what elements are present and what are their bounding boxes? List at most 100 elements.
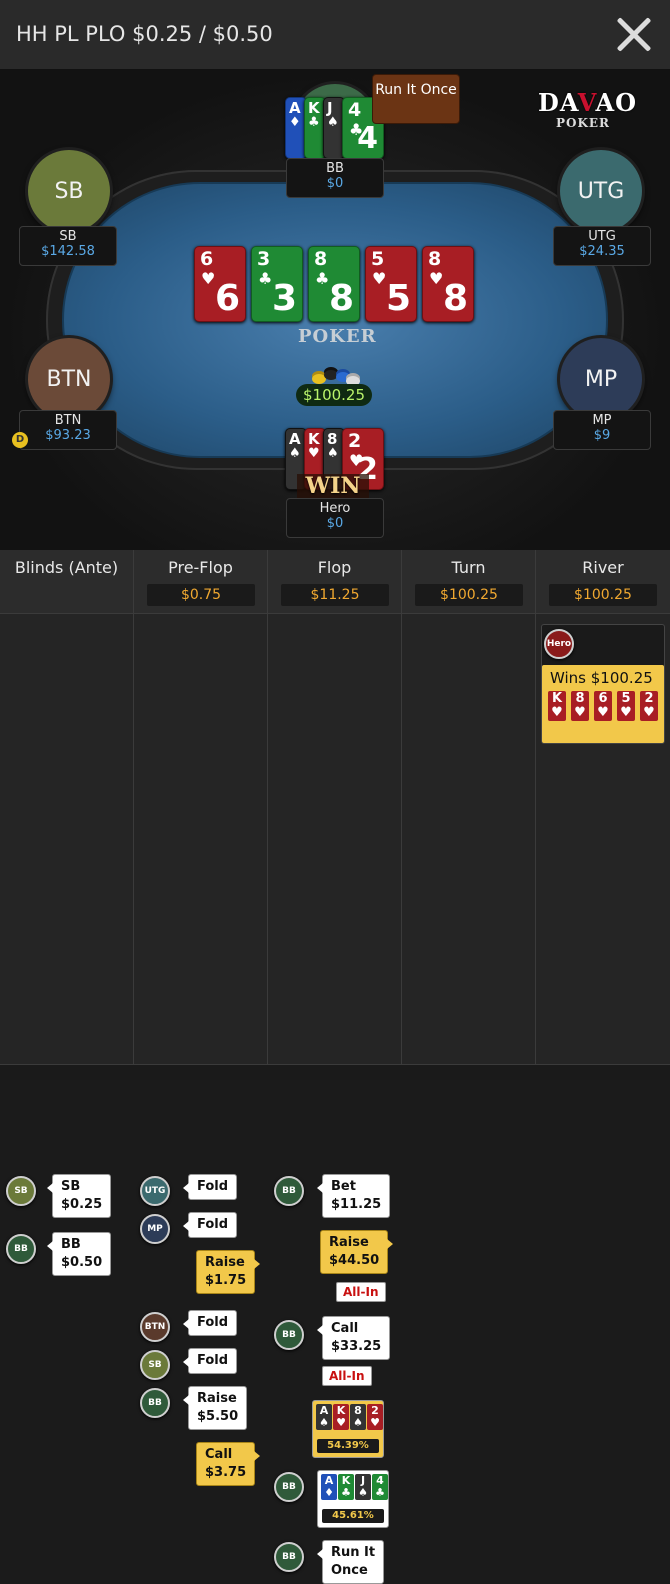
card-rank-large: 5 [385, 278, 411, 319]
seat-sb-plate[interactable]: SB $142.58 [19, 226, 117, 266]
action-bubble: Bet $11.25 [316, 1174, 391, 1218]
seat-hero-plate[interactable]: Hero $0 [286, 498, 384, 538]
seat-stack: $0 [326, 516, 344, 531]
card-rank-large: 8 [328, 278, 354, 319]
player-badge: BB [140, 1388, 170, 1418]
column-pot-amount: $11.25 [281, 584, 389, 606]
action-label: Raise [197, 1391, 237, 1406]
action-amount: $1.75 [205, 1273, 247, 1288]
column-header: Pre-Flop $0.75 [134, 550, 267, 614]
card-rank-large: 3 [271, 278, 297, 319]
action-label: Fold [197, 1217, 229, 1232]
mini-card: K ♥ [333, 1404, 349, 1430]
seat-btn-plate[interactable]: BTN $93.23 [19, 410, 117, 450]
action-amount: $5.50 [197, 1409, 239, 1424]
action-amount: $0.25 [61, 1197, 103, 1212]
action-amount: $33.25 [331, 1339, 382, 1354]
mini-card: J ♠ [355, 1474, 371, 1500]
seat-mp-plate[interactable]: MP $9 [553, 410, 651, 450]
action-bubble: Raise $1.75 [196, 1250, 261, 1294]
column-title: Turn [451, 558, 486, 577]
brand-logo: DAVAO [538, 88, 637, 117]
column-pot-amount: $100.25 [549, 584, 657, 606]
action-bubble: BB $0.50 [46, 1232, 112, 1276]
equity-hand: A ♠ K ♥ 8 ♠ 2 ♥ 54.39% [312, 1400, 384, 1458]
card-rank: 5 [371, 248, 385, 270]
hand-history-panel: Blinds (Ante) Pre-Flop $0.75 Flop $11.25 Turn… [0, 550, 670, 1584]
card-rank: 3 [257, 248, 271, 270]
column-header: Turn $100.25 [402, 550, 535, 614]
action-label: Call [331, 1321, 359, 1336]
action-bubble: Fold [182, 1212, 238, 1238]
history-column: Turn $100.25 [402, 550, 536, 1064]
player-badge: SB [140, 1350, 170, 1380]
card-suit: ♦ [289, 115, 301, 130]
action-bubble: Run It Once [316, 1540, 385, 1584]
card-suit: ♠ [327, 446, 339, 461]
player-badge: BB [274, 1320, 304, 1350]
equity-percent: 45.61% [322, 1509, 384, 1523]
mini-card: 4 ♣ [372, 1474, 388, 1500]
action-bubble: Call $3.75 [196, 1442, 261, 1486]
seat-sb-avatar[interactable]: SB [28, 150, 110, 232]
seat-name: BTN [54, 413, 82, 428]
player-badge: BB [274, 1472, 304, 1502]
action-bubble: Fold [182, 1174, 238, 1200]
mini-card: 8 ♥ [571, 691, 589, 721]
card-suit: ♠ [289, 446, 301, 461]
equity-percent: 54.39% [317, 1439, 379, 1453]
card-suit: ♥ [429, 269, 444, 288]
action-label: Bet [331, 1179, 356, 1194]
action-bubble: Fold [182, 1310, 238, 1336]
action-label: Fold [197, 1315, 229, 1330]
column-title: Blinds (Ante) [14, 558, 119, 577]
board-card: 6 ♥ 6 [194, 246, 246, 322]
seat-mp-avatar[interactable]: MP [560, 338, 642, 420]
win-summary: Wins $100.25 K ♥ 8 ♥ 6 ♥ 5 ♥ 2 ♥ [542, 665, 664, 743]
card-suit: ♥ [372, 269, 387, 288]
seat-bb-plate[interactable]: BB $0 [286, 158, 384, 198]
mini-card: 8 ♠ [350, 1404, 366, 1430]
seat-btn-avatar[interactable]: BTN [28, 338, 110, 420]
seat-name: MP [592, 413, 612, 428]
action-amount: $0.50 [61, 1255, 103, 1270]
player-badge: BTN [140, 1312, 170, 1342]
mini-card: K ♣ [338, 1474, 354, 1500]
run-it-once-tag: Run It Once [372, 74, 460, 124]
title-bar: HH PL PLO $0.25 / $0.50 [0, 0, 670, 70]
seat-stack: $142.58 [41, 244, 95, 259]
mini-card: 2 ♥ [640, 691, 658, 721]
mini-card: 5 ♥ [617, 691, 635, 721]
action-amount: Once [331, 1563, 368, 1578]
card-rank: 2 [348, 430, 362, 452]
card-rank: 8 [428, 248, 442, 270]
felt-logo: POKER [298, 326, 377, 347]
seat-utg-avatar[interactable]: UTG [560, 150, 642, 232]
action-amount: $44.50 [329, 1253, 380, 1268]
player-badge: SB [6, 1176, 36, 1206]
player-badge: Hero [544, 629, 574, 659]
mini-card: A ♠ [316, 1404, 332, 1430]
all-in-tag: All-In [336, 1282, 386, 1302]
board-card: 8 ♣ 8 [308, 246, 360, 322]
action-bubble: Fold [182, 1348, 238, 1374]
scrollbar[interactable] [0, 1064, 670, 1080]
column-title: River [582, 558, 624, 577]
action-label: SB [61, 1179, 81, 1194]
mini-card: 6 ♥ [594, 691, 612, 721]
card-rank: 6 [200, 248, 214, 270]
seat-utg-plate[interactable]: UTG $24.35 [553, 226, 651, 266]
player-badge: MP [140, 1214, 170, 1244]
action-bubble: Raise $44.50 [320, 1230, 394, 1274]
close-icon[interactable] [614, 14, 654, 54]
player-badge: BB [6, 1234, 36, 1264]
seat-stack: $0 [326, 176, 344, 191]
mini-card: A ♦ [321, 1474, 337, 1500]
mini-card: K ♥ [548, 691, 566, 721]
seat-name: UTG [588, 229, 616, 244]
player-badge: BB [274, 1176, 304, 1206]
action-amount: $3.75 [205, 1465, 247, 1480]
card-rank: 8 [314, 248, 328, 270]
card-suit: ♥ [201, 269, 216, 288]
card-suit: ♥ [308, 446, 320, 461]
